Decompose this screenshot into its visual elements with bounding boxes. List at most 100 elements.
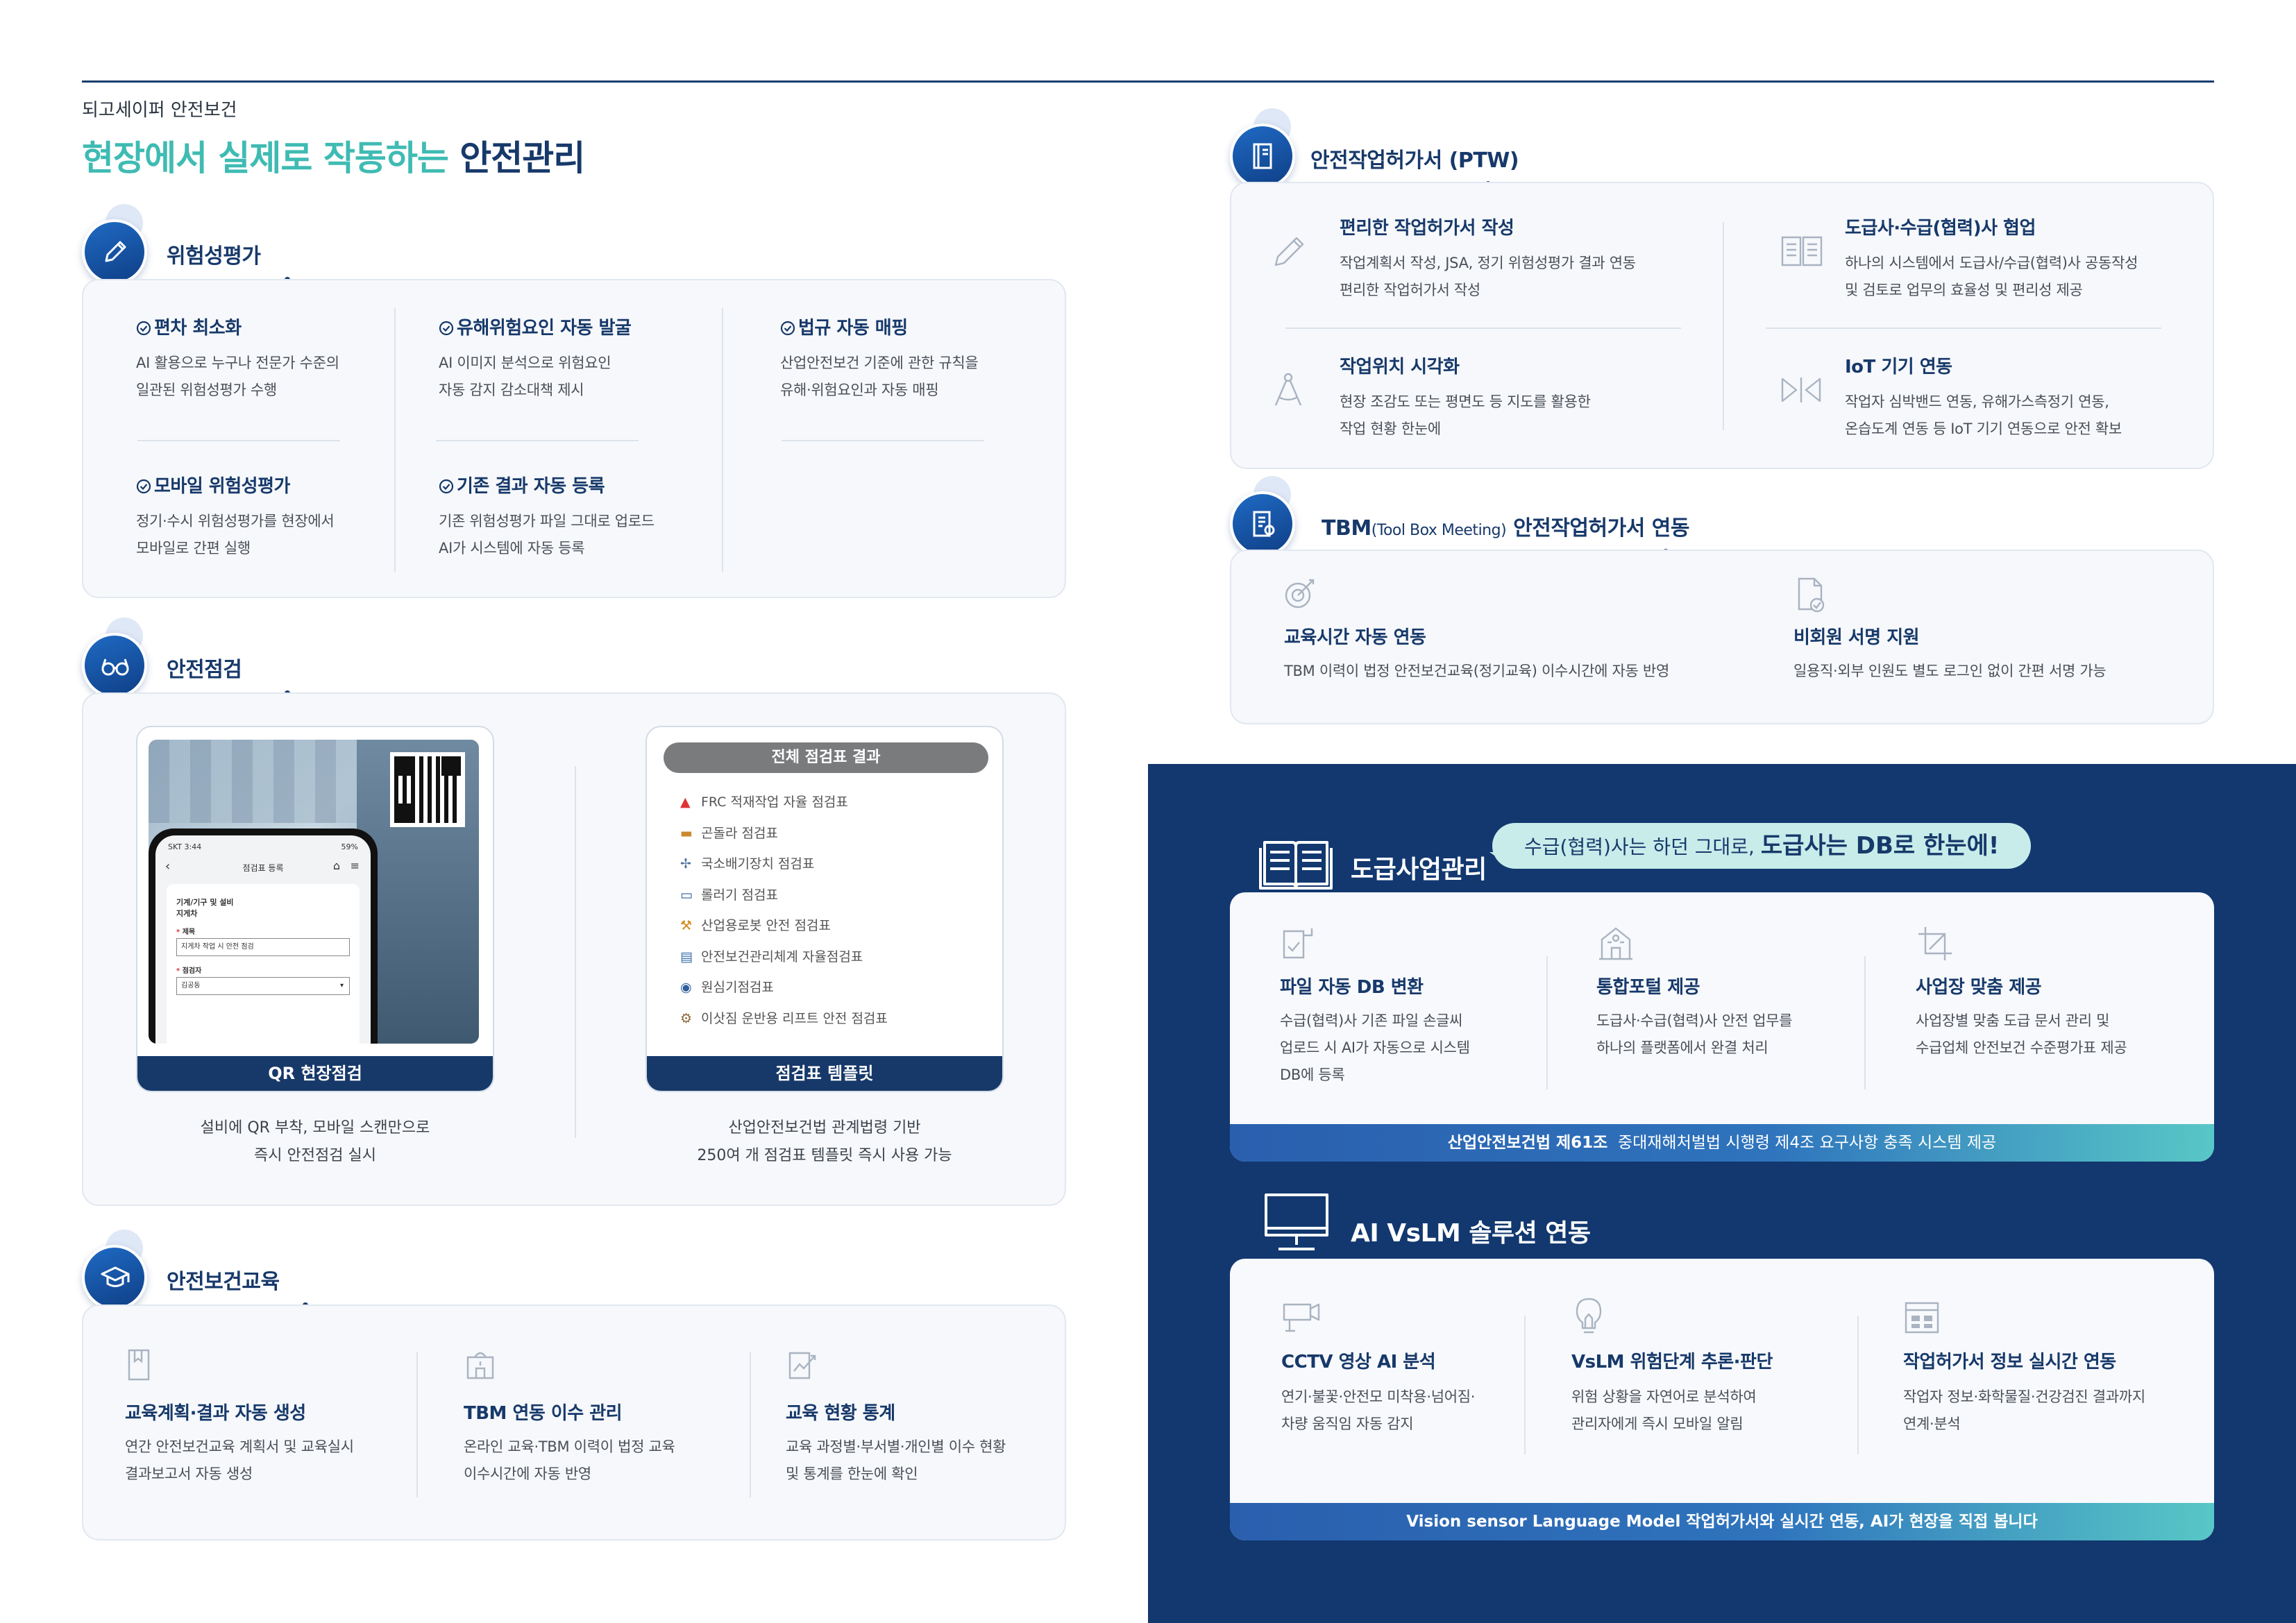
lift-icon: ⚙ [680, 1010, 693, 1026]
tbm-item-desc: TBM 이력이 법정 안전보건교육(정기교육) 이수시간에 자동 반영 [1284, 663, 1669, 679]
clipboard-icon [1230, 476, 1302, 556]
education-item-title: 교육계획·결과 자동 생성 [125, 1403, 306, 1424]
ptw-item-title: 작업위치 시각화 [1340, 357, 1460, 377]
glasses-icon [82, 618, 154, 698]
risk-item-title: 기존 결과 자동 등록 [439, 472, 605, 498]
phone-battery: 59% [341, 842, 358, 851]
template-caption: 산업안전보건법 관계법령 기반 250여 개 점검표 템플릿 즉시 사용 가능 [697, 1119, 952, 1164]
list-item[interactable]: ⚒ 산업용로봇 안전 점검표 [680, 910, 888, 942]
crop-icon [1918, 927, 1952, 960]
check-circle-icon [439, 479, 454, 494]
book-open-icon [1781, 236, 1823, 266]
phone-status: SKT 3:44 [168, 842, 202, 851]
list-item[interactable]: ⚙ 이삿짐 운반용 리프트 안전 점검표 [680, 1003, 888, 1035]
vslm-item-desc: 위험 상황을 자연어로 분석하여 관리자에게 즉시 모바일 알림 [1571, 1388, 1757, 1432]
list-item[interactable]: ▤ 안전보건관리체계 자율점검표 [680, 942, 888, 973]
check-circle-icon [780, 321, 795, 336]
form-label-inspector: * 점검자 [176, 967, 202, 975]
form-section: 기계/기구 및 설비 [176, 898, 234, 907]
subcontract-card: 파일 자동 DB 변환 수급(협력)사 기존 파일 손글씨 업로드 시 AI가 자… [1230, 892, 2214, 1162]
inspector-select[interactable]: 김공동 ▾ [176, 977, 350, 995]
page-title: 현장에서 실제로 작동하는 안전관리 [82, 130, 585, 180]
qr-caption: 설비에 QR 부착, 모바일 스캔만으로 즉시 안전점검 실시 [200, 1119, 430, 1164]
inspection-panel: SKT 3:44 59% ‹ 점검표 등록 ⌂ ≡ 기계/기구 및 설비 지게차… [82, 692, 1066, 1206]
pencil-icon [82, 204, 154, 284]
ptw-panel: 편리한 작업허가서 작성 작업계획서 작성, JSA, 정기 위험성평가 결과 … [1230, 182, 2214, 469]
risk-item-desc: AI 이미지 분석으로 위험요인 자동 감지 감소대책 제시 [439, 355, 611, 398]
roller-icon: ▭ [680, 887, 693, 903]
ptw-item-desc: 현장 조감도 또는 평면도 등 지도를 활용한 작업 현황 한눈에 [1340, 393, 1591, 437]
vslm-item-title: CCTV 영상 AI 분석 [1281, 1352, 1436, 1373]
form-label-title: * 제목 [176, 928, 196, 936]
menu-icon[interactable]: ≡ [351, 859, 360, 872]
risk-item-title: 모바일 위험성평가 [136, 472, 290, 498]
tbm-item-title: 교육시간 자동 연동 [1284, 627, 1426, 648]
book-icon [1230, 108, 1302, 189]
title-input[interactable]: 지게차 작업 시 안전 점검 [176, 938, 350, 956]
subcontract-law-bar: 산업안전보건법 제61조 중대재해처벌법 시행령 제4조 요구사항 충족 시스템… [1230, 1124, 2214, 1162]
vslm-item-desc: 작업자 정보·화학물질·건강검진 결과까지 연계·분석 [1903, 1388, 2145, 1432]
tbm-item-title: 비회원 서명 지원 [1793, 627, 1920, 648]
robot-arm-icon: ⚒ [680, 918, 693, 933]
home-icon[interactable]: ⌂ [333, 859, 340, 872]
list-item[interactable]: ◉ 원심기점검표 [680, 972, 888, 1003]
section-title: 안전작업허가서 (PTW) [1310, 148, 1519, 173]
tbm-panel: 교육시간 자동 연동 TBM 이력이 법정 안전보건교육(정기교육) 이수시간에… [1230, 550, 2214, 724]
section-title: TBM(Tool Box Meeting) 안전작업허가서 연동 [1322, 516, 1689, 541]
headline-highlight: 현장에서 실제로 작동하는 [82, 138, 449, 178]
subcontract-item-desc: 수급(협력)사 기존 파일 손글씨 업로드 시 AI가 자동으로 시스템 DB에 등… [1280, 1012, 1470, 1083]
vslm-item-title: 작업허가서 정보 실시간 연동 [1903, 1352, 2116, 1373]
checklist-icon: ▤ [680, 949, 693, 965]
ptw-item-desc: 하나의 시스템에서 도급사/수급(협력)사 공동작성 및 검토로 업무의 효율성 … [1845, 255, 2138, 298]
vslm-item-desc: 연기·불꽃·안전모 미착용·넘어짐· 차량 움직임 자동 감지 [1281, 1388, 1476, 1432]
fan-icon: ✢ [680, 856, 691, 872]
check-circle-icon [439, 321, 454, 336]
risk-item-title: 편차 최소화 [136, 314, 242, 339]
subcontract-item-desc: 사업장별 맞춤 도급 문서 관리 및 수급업체 안전보건 수준평가표 제공 [1916, 1012, 2127, 1056]
headline-main: 안전관리 [459, 138, 585, 178]
section-header-tbm: TBM(Tool Box Meeting) 안전작업허가서 연동 [1230, 476, 1716, 558]
qr-card-footer: QR 현장점검 [137, 1056, 493, 1091]
form-section-sub: 지게차 [176, 909, 198, 918]
list-item[interactable]: ▲ FRC 적재작업 자율 점검표 [680, 787, 888, 818]
brand-label: 되고세이퍼 안전보건 [82, 100, 237, 121]
education-item-desc: 교육 과정별·부서별·개인별 이수 현황 및 통계를 한눈에 확인 [786, 1438, 1006, 1482]
warning-icon: ▲ [680, 794, 691, 810]
chart-icon [788, 1352, 816, 1379]
tbm-item-desc: 일용직·외부 인원도 별도 로그인 없이 간편 서명 가능 [1793, 663, 2107, 679]
sensor-icon [1781, 377, 1821, 402]
ptw-item-title: 편리한 작업허가서 작성 [1340, 218, 1514, 239]
education-item-title: TBM 연동 이수 관리 [464, 1403, 623, 1424]
qr-inspection-card[interactable]: SKT 3:44 59% ‹ 점검표 등록 ⌂ ≡ 기계/기구 및 설비 지게차… [136, 726, 494, 1092]
monitor-icon [1265, 1193, 1328, 1250]
template-list: ▲ FRC 적재작업 자율 점검표 ▬ 곤돌라 점검표 ✢ 국소배기장치 점검표 ▭ 롤… [680, 787, 888, 1034]
subcontract-bubble: 수급(협력)사는 하던 그대로, 도급사는 DB로 한눈에! [1492, 823, 2032, 869]
risk-item-title: 법규 자동 매핑 [780, 314, 908, 339]
section-header-inspection: 안전점검 [82, 618, 360, 699]
check-circle-icon [136, 479, 151, 494]
subcontract-item-title: 통합포털 제공 [1596, 977, 1700, 998]
target-icon [1285, 579, 1315, 609]
pencil-icon [1274, 237, 1304, 266]
list-item[interactable]: ✢ 국소배기장치 점검표 [680, 849, 888, 880]
section-title: 안전보건교육 [167, 1270, 280, 1294]
subcontract-title: 도급사업관리 [1351, 856, 1487, 884]
list-item[interactable]: ▬ 곤돌라 점검표 [680, 818, 888, 849]
centrifuge-icon: ◉ [680, 980, 692, 995]
ptw-item-title: 도급사·수급(협력)사 협업 [1845, 218, 2036, 239]
template-card[interactable]: 전체 점검표 결과 ▲ FRC 적재작업 자율 점검표 ▬ 곤돌라 점검표 ✢ 국소배… [645, 726, 1004, 1092]
education-item-desc: 온라인 교육·TBM 이력이 법정 교육 이수시간에 자동 반영 [464, 1438, 675, 1482]
vslm-bar: Vision sensor Language Model 작업허가서와 실시간 … [1230, 1503, 2214, 1540]
compass-icon [1274, 373, 1302, 406]
vslm-title: AI VsLM 솔루션 연동 [1351, 1219, 1591, 1248]
chevron-down-icon: ▾ [339, 982, 344, 989]
document-icon [128, 1349, 150, 1381]
qr-code-icon[interactable] [390, 752, 465, 827]
risk-item-title: 유해위험요인 자동 발굴 [439, 314, 632, 339]
signed-doc-icon [1798, 577, 1825, 613]
section-title: 위험성평가 [167, 244, 261, 269]
file-check-icon [1283, 928, 1313, 959]
list-item[interactable]: ▭ 롤러기 점검표 [680, 880, 888, 911]
subcontract-item-title: 파일 자동 DB 변환 [1280, 977, 1424, 998]
risk-item-desc: 기존 위험성평가 파일 그대로 업로드 AI가 시스템에 자동 등록 [439, 513, 655, 556]
